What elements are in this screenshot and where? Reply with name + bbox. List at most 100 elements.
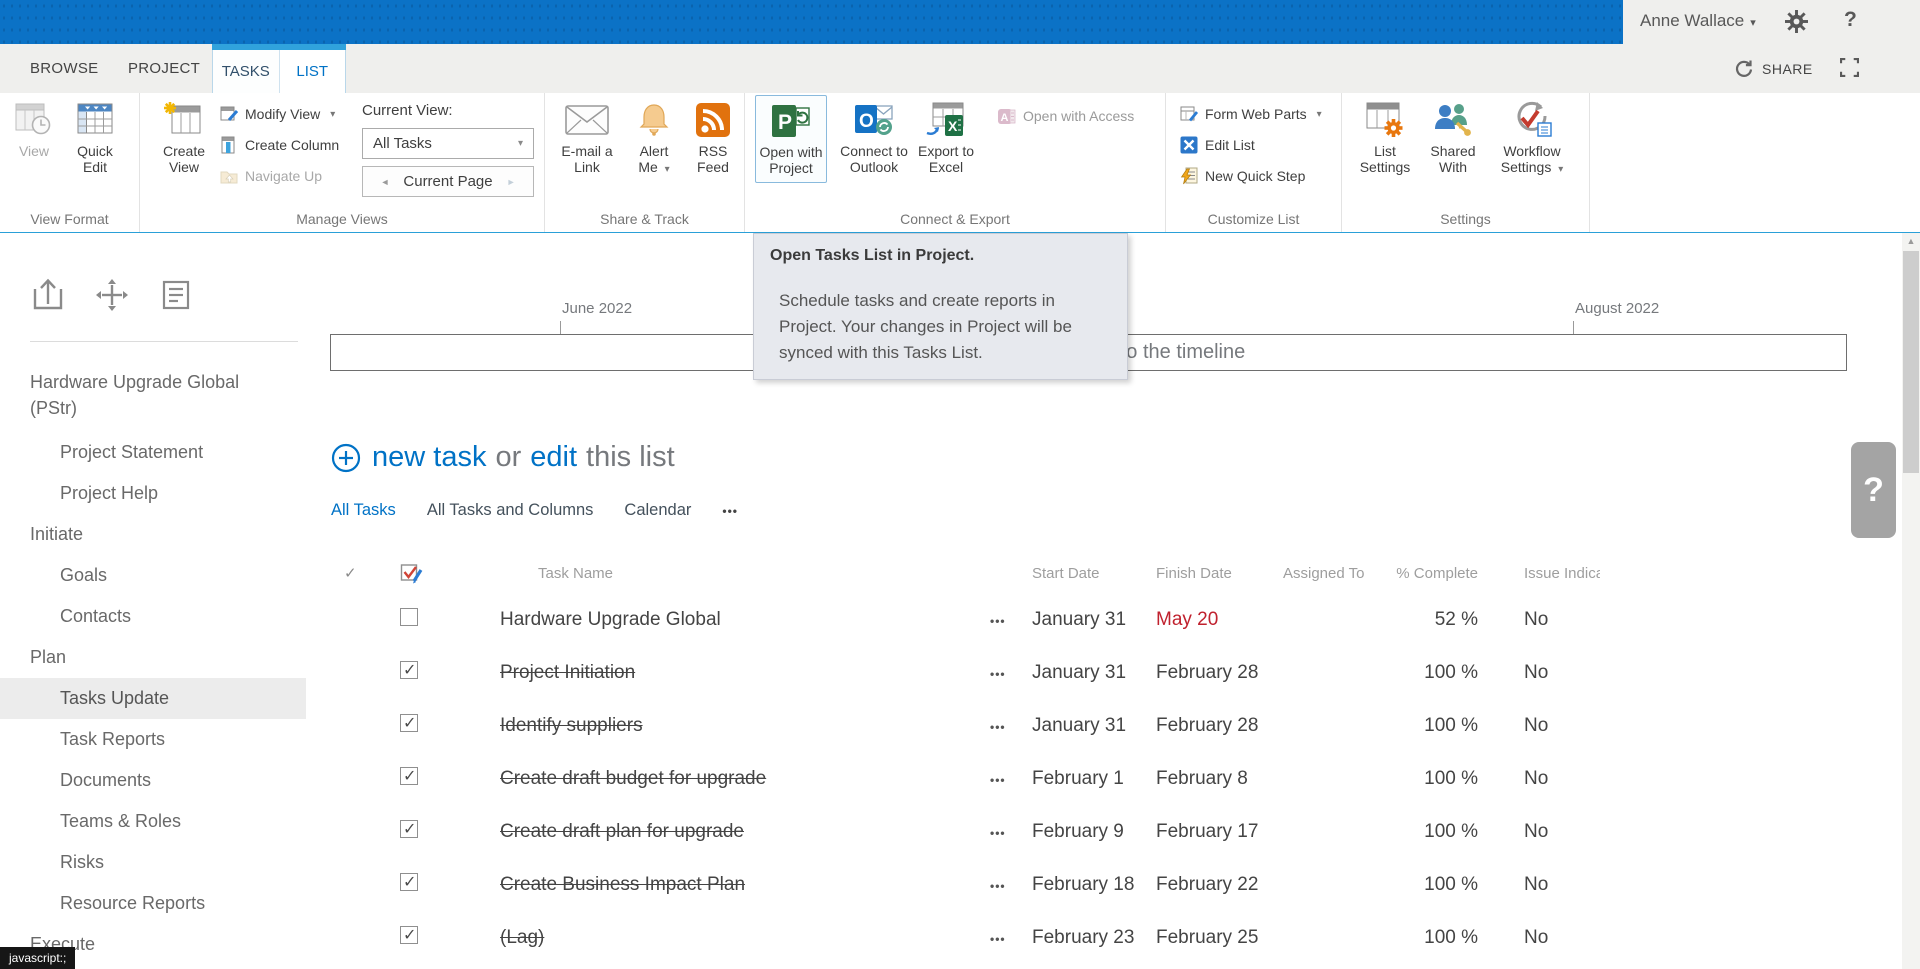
task-checkbox[interactable]: [400, 661, 418, 679]
start-date: January 31: [1025, 715, 1150, 737]
more-options-button[interactable]: •••: [990, 667, 1006, 681]
task-name[interactable]: Create draft plan for upgrade: [490, 821, 990, 843]
quick-edit-button[interactable]: Quick Edit: [64, 98, 126, 175]
user-menu[interactable]: Anne Wallace▾: [1640, 11, 1756, 31]
sidebar-item-project-statement[interactable]: Project Statement: [0, 432, 306, 473]
navigate-up-button[interactable]: Navigate Up: [220, 163, 322, 189]
group-share-track: E-mail a Link Alert Me ▾: [545, 93, 745, 232]
help-panel-button[interactable]: ?: [1851, 442, 1896, 538]
view-button[interactable]: View: [6, 98, 62, 159]
task-name[interactable]: (Lag): [490, 927, 990, 949]
view-label: View: [19, 143, 49, 159]
task-checkbox[interactable]: [400, 926, 418, 944]
more-options-button[interactable]: •••: [990, 720, 1006, 734]
notes-icon[interactable]: [158, 277, 194, 313]
shared-with-button[interactable]: Shared With: [1424, 98, 1482, 175]
create-view-icon: [164, 98, 204, 142]
connect-to-outlook-button[interactable]: O Connect to Outlook: [837, 98, 911, 175]
completed-column-header[interactable]: [390, 561, 490, 585]
view-all-tasks[interactable]: All Tasks: [331, 501, 396, 521]
sidebar-item-risks[interactable]: Risks: [0, 842, 306, 883]
settings-gear-button[interactable]: [1785, 10, 1808, 33]
create-view-button[interactable]: Create View: [154, 98, 214, 175]
issue-indicator: No: [1480, 874, 1600, 896]
task-name[interactable]: Create draft budget for upgrade: [490, 768, 990, 790]
export-to-excel-button[interactable]: X Export to Excel: [915, 98, 977, 175]
focus-on-content-button[interactable]: [1840, 58, 1859, 77]
suite-help-button[interactable]: ?: [1844, 8, 1857, 32]
open-with-access-button[interactable]: A Open with Access: [997, 103, 1134, 129]
edit-list-button[interactable]: Edit List: [1180, 132, 1255, 158]
tab-tasks[interactable]: TASKS: [213, 50, 280, 93]
outlook-icon: O: [853, 98, 895, 142]
percent-complete: 100 %: [1385, 927, 1480, 949]
task-name[interactable]: Hardware Upgrade Global: [490, 609, 990, 631]
sidebar-item-initiate[interactable]: Initiate: [0, 514, 306, 555]
new-quick-step-button[interactable]: New Quick Step: [1180, 163, 1305, 189]
sidebar-item-teams-roles[interactable]: Teams & Roles: [0, 801, 306, 842]
modify-view-button[interactable]: Modify View ▾: [220, 101, 335, 127]
tab-list[interactable]: LIST: [280, 50, 346, 93]
rss-feed-button[interactable]: RSS Feed: [691, 98, 735, 175]
quick-step-icon: [1180, 167, 1198, 185]
open-with-project-button[interactable]: P Open with Project: [755, 95, 827, 183]
tab-project[interactable]: PROJECT: [128, 44, 200, 93]
task-checkbox[interactable]: [400, 714, 418, 732]
create-column-label: Create Column: [245, 137, 339, 153]
more-options-button[interactable]: •••: [990, 773, 1006, 787]
sidebar-item-plan[interactable]: Plan: [0, 637, 306, 678]
scrollbar-thumb[interactable]: [1903, 251, 1919, 473]
col-start-date[interactable]: Start Date: [1025, 565, 1150, 582]
next-page-arrow[interactable]: ►: [507, 177, 516, 187]
view-all-tasks-and-columns[interactable]: All Tasks and Columns: [427, 501, 594, 521]
scrollbar-up-arrow[interactable]: ▲: [1902, 236, 1920, 246]
previous-page-arrow[interactable]: ◄: [380, 177, 389, 187]
tab-browse[interactable]: BROWSE: [30, 44, 98, 93]
more-options-button[interactable]: •••: [990, 826, 1006, 840]
task-name[interactable]: Create Business Impact Plan: [490, 874, 990, 896]
more-options-button[interactable]: •••: [990, 932, 1006, 946]
task-name[interactable]: Identify suppliers: [490, 715, 990, 737]
col-percent-complete[interactable]: % Complete: [1385, 565, 1480, 582]
new-task-plus-button[interactable]: [330, 442, 362, 474]
list-settings-button[interactable]: List Settings: [1354, 98, 1416, 175]
sidebar-item-task-reports[interactable]: Task Reports: [0, 719, 306, 760]
task-checkbox[interactable]: [400, 820, 418, 838]
start-date: February 1: [1025, 768, 1150, 790]
move-icon[interactable]: [94, 277, 130, 313]
sidebar-item-goals[interactable]: Goals: [0, 555, 306, 596]
sidebar-item-project-help[interactable]: Project Help: [0, 473, 306, 514]
workflow-settings-button[interactable]: Workflow Settings ▾: [1490, 98, 1574, 178]
col-task-name[interactable]: Task Name: [490, 565, 990, 582]
sidebar-item-documents[interactable]: Documents: [0, 760, 306, 801]
promote-icon[interactable]: [30, 277, 66, 313]
task-checkbox[interactable]: [400, 608, 418, 626]
more-options-button[interactable]: •••: [990, 879, 1006, 893]
sidebar-item-tasks-update[interactable]: Tasks Update: [0, 678, 306, 719]
sidebar-item-resource-reports[interactable]: Resource Reports: [0, 883, 306, 924]
task-checkbox[interactable]: [400, 873, 418, 891]
edit-list-link[interactable]: edit: [530, 441, 577, 474]
excel-icon: X: [925, 98, 967, 142]
view-more-button[interactable]: •••: [722, 501, 738, 521]
edit-list-label: Edit List: [1205, 137, 1255, 153]
view-calendar[interactable]: Calendar: [624, 501, 691, 521]
sidebar-item-project-home[interactable]: Hardware Upgrade Global (PStr): [0, 360, 280, 432]
more-options-button[interactable]: •••: [990, 614, 1006, 628]
create-column-button[interactable]: Create Column: [220, 132, 339, 158]
task-name[interactable]: Project Initiation: [490, 662, 990, 684]
col-finish-date[interactable]: Finish Date: [1150, 565, 1275, 582]
email-link-button[interactable]: E-mail a Link: [557, 98, 617, 175]
current-view-dropdown[interactable]: All Tasks ▾: [362, 128, 534, 159]
vertical-scrollbar: ▲: [1902, 233, 1920, 969]
new-task-link[interactable]: new task: [372, 441, 486, 474]
form-web-parts-button[interactable]: Form Web Parts ▾: [1180, 101, 1322, 127]
share-button[interactable]: SHARE: [1734, 44, 1813, 93]
navigate-up-label: Navigate Up: [245, 168, 322, 184]
task-checkbox[interactable]: [400, 767, 418, 785]
col-issue-indicator[interactable]: Issue Indicator: [1480, 565, 1600, 582]
select-all-check[interactable]: ✓: [330, 564, 390, 582]
sidebar-item-contacts[interactable]: Contacts: [0, 596, 306, 637]
alert-me-button[interactable]: Alert Me ▾: [631, 98, 677, 178]
col-assigned-to[interactable]: Assigned To: [1275, 565, 1385, 582]
